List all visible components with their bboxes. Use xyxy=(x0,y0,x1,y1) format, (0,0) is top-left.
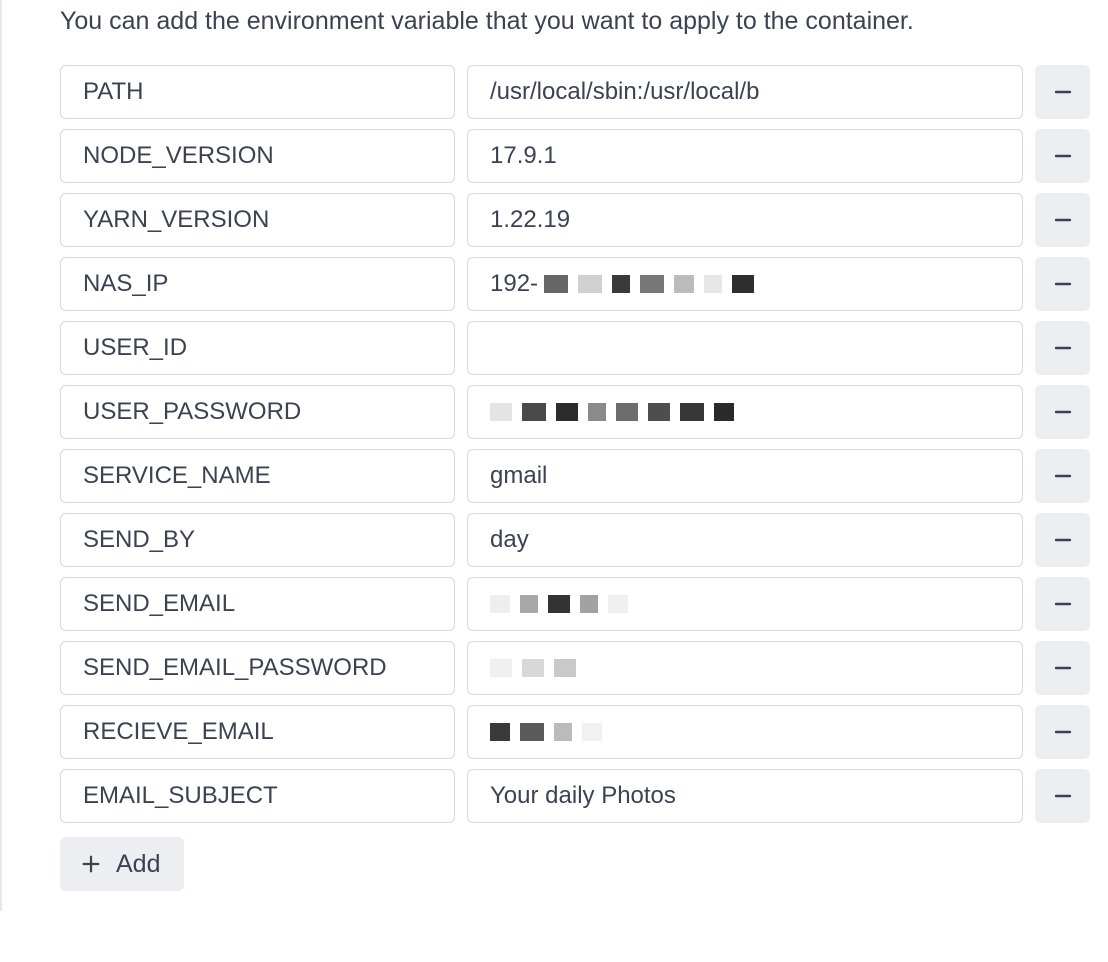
remove-env-var-button[interactable] xyxy=(1035,577,1090,631)
env-var-value-input[interactable] xyxy=(467,769,1023,823)
minus-icon xyxy=(1051,144,1075,168)
env-var-row xyxy=(60,449,1090,503)
env-var-value-input[interactable] xyxy=(467,385,1023,439)
env-var-key-input[interactable] xyxy=(60,65,455,119)
add-env-var-button[interactable]: Add xyxy=(60,837,184,891)
env-var-value-input[interactable] xyxy=(467,577,1023,631)
env-var-row xyxy=(60,65,1090,119)
env-var-key-input[interactable] xyxy=(60,321,455,375)
plus-icon xyxy=(80,853,102,875)
env-var-row xyxy=(60,129,1090,183)
remove-env-var-button[interactable] xyxy=(1035,513,1090,567)
remove-env-var-button[interactable] xyxy=(1035,641,1090,695)
env-var-key-input[interactable] xyxy=(60,769,455,823)
env-var-value-input[interactable]: 192- xyxy=(467,257,1023,311)
env-var-row xyxy=(60,577,1090,631)
env-var-value-input[interactable] xyxy=(467,193,1023,247)
remove-env-var-button[interactable] xyxy=(1035,705,1090,759)
remove-env-var-button[interactable] xyxy=(1035,257,1090,311)
env-vars-list: 192- xyxy=(60,65,1090,823)
minus-icon xyxy=(1051,592,1075,616)
redacted-value xyxy=(544,258,754,310)
env-var-row xyxy=(60,513,1090,567)
minus-icon xyxy=(1051,272,1075,296)
remove-env-var-button[interactable] xyxy=(1035,321,1090,375)
add-button-label: Add xyxy=(116,850,160,879)
env-var-row xyxy=(60,705,1090,759)
env-var-value-input[interactable] xyxy=(467,641,1023,695)
minus-icon xyxy=(1051,720,1075,744)
redacted-value xyxy=(490,386,734,438)
env-var-key-input[interactable] xyxy=(60,385,455,439)
env-var-key-input[interactable] xyxy=(60,705,455,759)
env-var-key-input[interactable] xyxy=(60,193,455,247)
env-var-value-prefix: 192- xyxy=(490,270,538,298)
env-var-key-input[interactable] xyxy=(60,129,455,183)
env-var-row xyxy=(60,641,1090,695)
env-var-key-input[interactable] xyxy=(60,577,455,631)
env-var-value-input[interactable] xyxy=(467,513,1023,567)
env-var-key-input[interactable] xyxy=(60,513,455,567)
env-var-key-input[interactable] xyxy=(60,449,455,503)
minus-icon xyxy=(1051,784,1075,808)
remove-env-var-button[interactable] xyxy=(1035,193,1090,247)
redacted-value xyxy=(490,642,576,694)
minus-icon xyxy=(1051,656,1075,680)
env-var-key-input[interactable] xyxy=(60,257,455,311)
env-var-value-input[interactable] xyxy=(467,321,1023,375)
minus-icon xyxy=(1051,464,1075,488)
remove-env-var-button[interactable] xyxy=(1035,769,1090,823)
env-var-row xyxy=(60,769,1090,823)
minus-icon xyxy=(1051,80,1075,104)
minus-icon xyxy=(1051,400,1075,424)
redacted-value xyxy=(490,578,628,630)
env-var-value-input[interactable] xyxy=(467,449,1023,503)
minus-icon xyxy=(1051,528,1075,552)
remove-env-var-button[interactable] xyxy=(1035,449,1090,503)
minus-icon xyxy=(1051,208,1075,232)
env-vars-description: You can add the environment variable tha… xyxy=(60,0,1090,39)
env-var-value-input[interactable] xyxy=(467,705,1023,759)
redacted-value xyxy=(490,706,602,758)
remove-env-var-button[interactable] xyxy=(1035,129,1090,183)
env-var-row xyxy=(60,321,1090,375)
env-var-value-input[interactable] xyxy=(467,129,1023,183)
env-var-row xyxy=(60,193,1090,247)
env-var-row xyxy=(60,385,1090,439)
env-var-row: 192- xyxy=(60,257,1090,311)
minus-icon xyxy=(1051,336,1075,360)
remove-env-var-button[interactable] xyxy=(1035,65,1090,119)
remove-env-var-button[interactable] xyxy=(1035,385,1090,439)
env-var-key-input[interactable] xyxy=(60,641,455,695)
env-var-value-input[interactable] xyxy=(467,65,1023,119)
